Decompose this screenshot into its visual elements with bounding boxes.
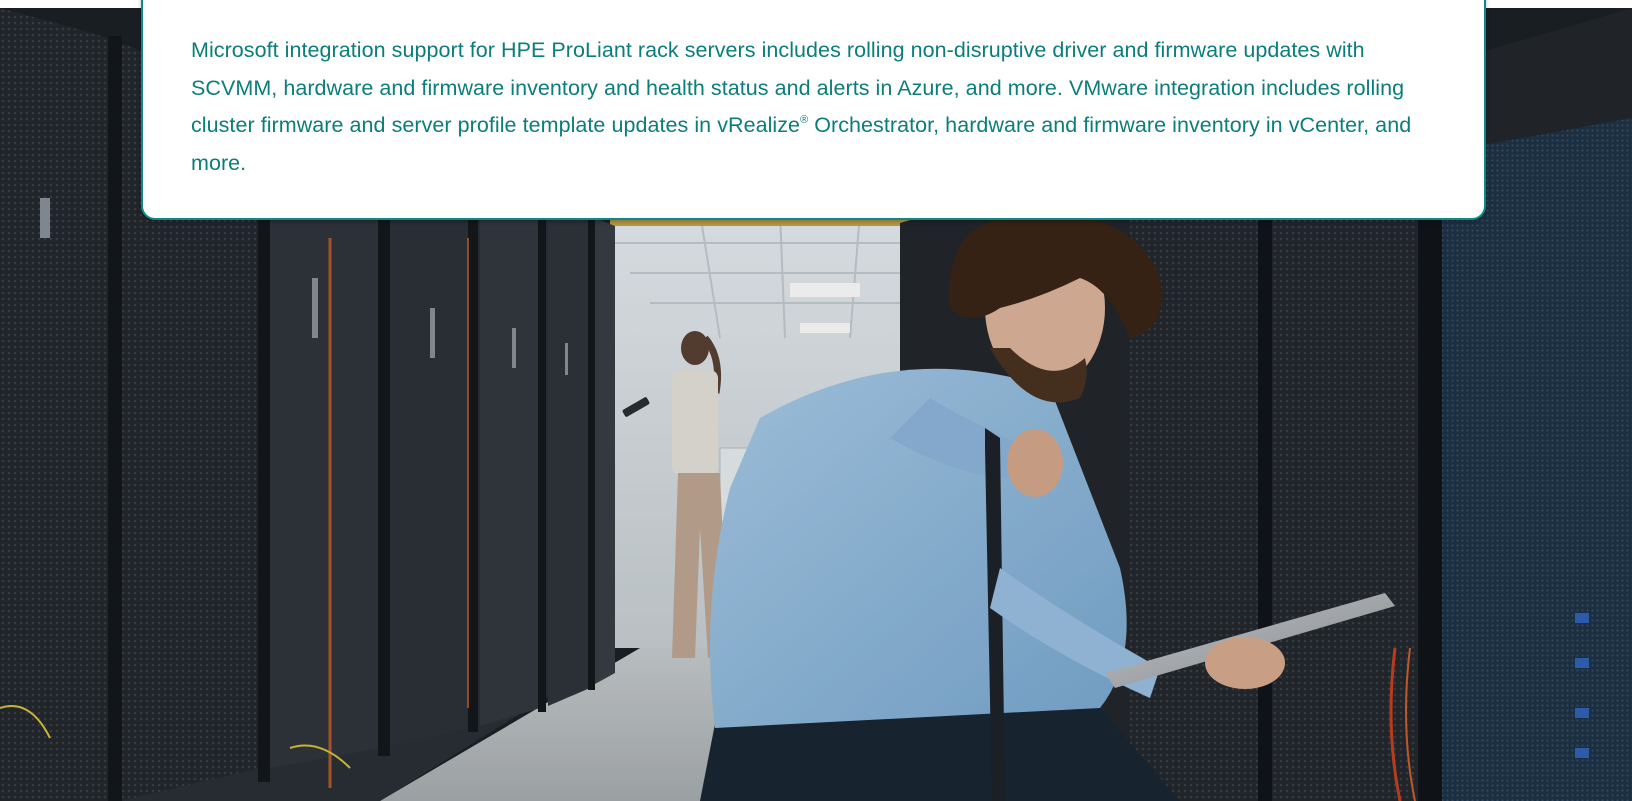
- registered-trademark: ®: [800, 113, 809, 126]
- page: Microsoft integration support for HPE Pr…: [0, 0, 1632, 801]
- info-card: Microsoft integration support for HPE Pr…: [141, 0, 1486, 220]
- card-paragraph: Microsoft integration support for HPE Pr…: [191, 32, 1451, 182]
